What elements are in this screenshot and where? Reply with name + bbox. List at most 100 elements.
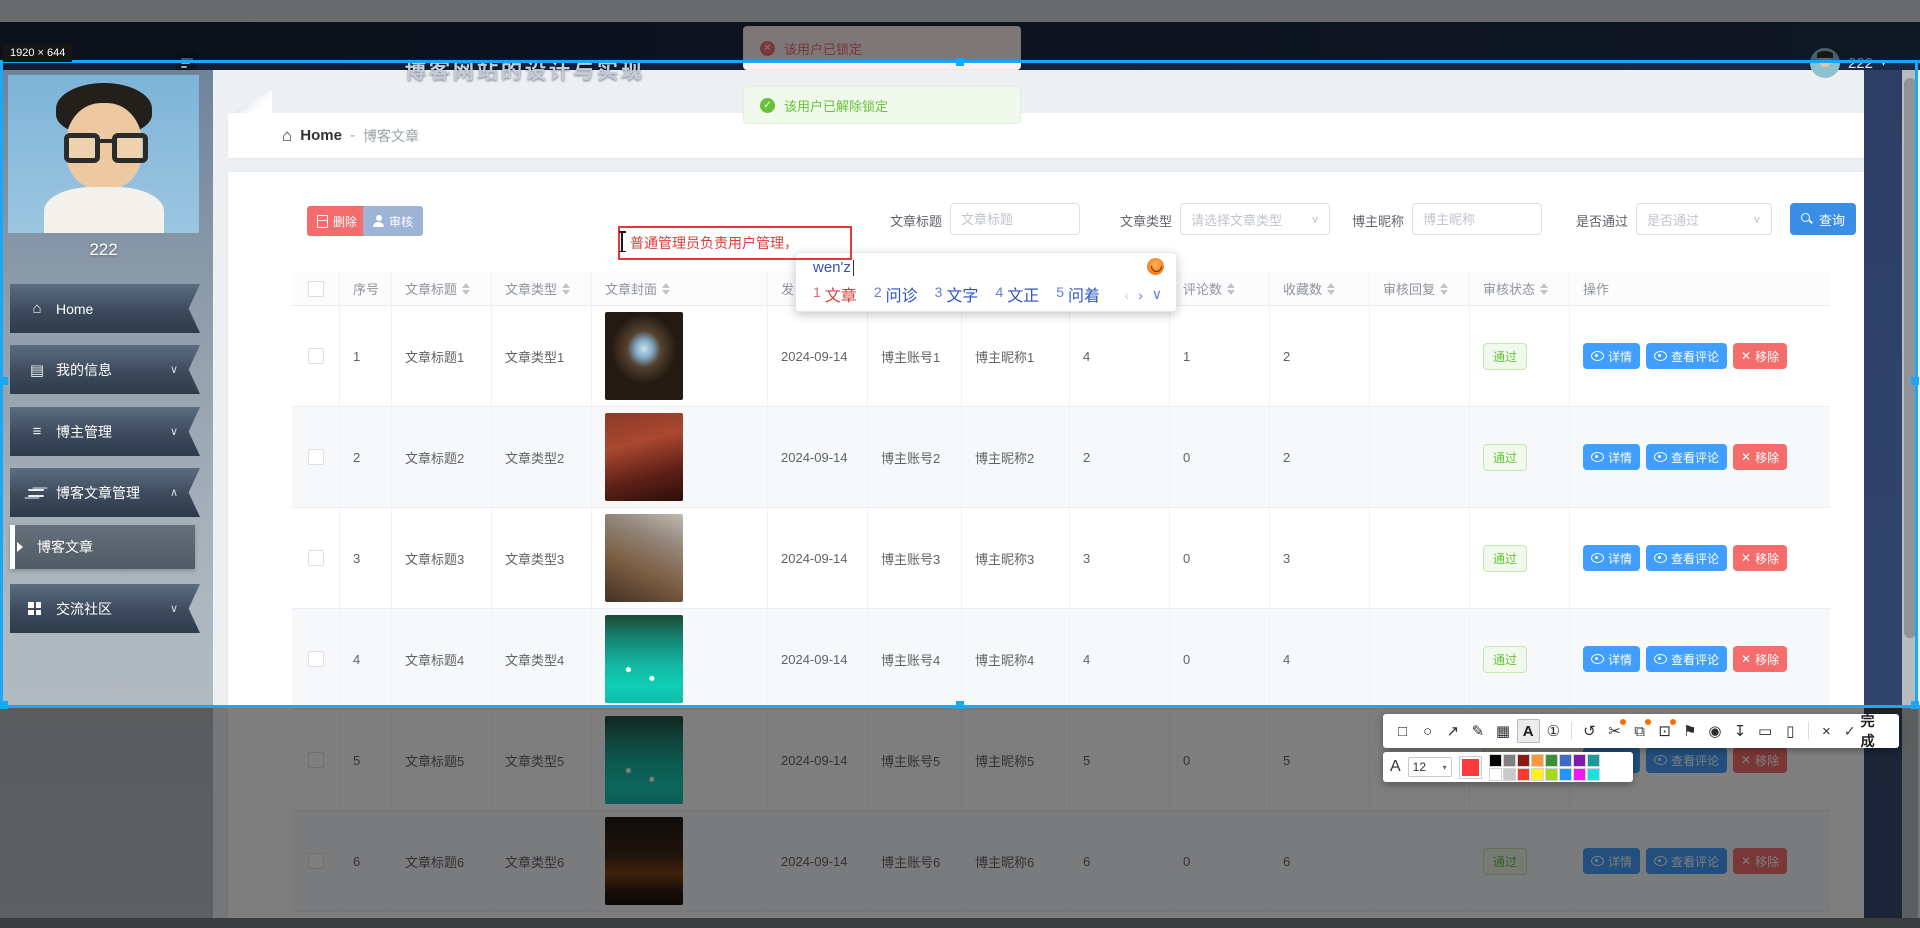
- sidebar-item-article-mgmt[interactable]: 博客文章管理 ∧: [10, 468, 200, 517]
- pin-tool-icon[interactable]: ⚑: [1678, 719, 1701, 743]
- finish-capture-button[interactable]: ✓ 完成: [1840, 711, 1891, 751]
- view-comments-button[interactable]: 查看评论: [1646, 343, 1727, 369]
- record-tool-icon[interactable]: ◉: [1703, 719, 1726, 743]
- sort-icon[interactable]: [1440, 283, 1448, 295]
- remove-button[interactable]: ✕移除: [1733, 444, 1787, 470]
- row-checkbox[interactable]: [308, 449, 324, 465]
- font-size-select[interactable]: 12▾: [1408, 757, 1452, 777]
- color-swatch[interactable]: [1587, 754, 1600, 767]
- current-color-swatch[interactable]: [1459, 756, 1482, 779]
- ocr-tool-icon[interactable]: ✂: [1603, 719, 1626, 743]
- sidebar-subitem-blog-articles[interactable]: 博客文章: [10, 525, 195, 569]
- annotation-rectangle[interactable]: 普通管理员负责用户管理，: [618, 226, 852, 260]
- ime-expand-icon[interactable]: ∨: [1152, 286, 1162, 303]
- translate-tool-icon[interactable]: ⧉: [1628, 719, 1651, 743]
- remove-button[interactable]: ✕移除: [1733, 646, 1787, 672]
- sort-icon[interactable]: [1327, 283, 1335, 295]
- text-tool-icon[interactable]: A: [1517, 719, 1540, 743]
- color-swatch[interactable]: [1503, 768, 1516, 781]
- color-swatch[interactable]: [1531, 768, 1544, 781]
- color-swatch[interactable]: [1545, 754, 1558, 767]
- ime-prev-icon[interactable]: ‹: [1124, 287, 1129, 303]
- chevron-down-icon: ∨: [170, 425, 178, 438]
- arrow-tool-icon[interactable]: ↗: [1441, 719, 1464, 743]
- ime-candidate[interactable]: 1文章: [813, 282, 857, 306]
- ime-candidate[interactable]: 5问着: [1056, 282, 1100, 306]
- remove-button[interactable]: ✕移除: [1733, 545, 1787, 571]
- page-fold-decoration: [230, 90, 272, 114]
- toolbar-divider: [1808, 722, 1809, 740]
- rect-tool-icon[interactable]: □: [1391, 719, 1414, 743]
- ime-candidate[interactable]: 2问诊: [874, 282, 918, 306]
- ellipse-tool-icon[interactable]: ○: [1416, 719, 1439, 743]
- font-icon: A: [1390, 758, 1401, 776]
- color-swatch[interactable]: [1545, 768, 1558, 781]
- color-swatch[interactable]: [1489, 768, 1502, 781]
- sliders-icon: [28, 487, 46, 499]
- color-swatch[interactable]: [1573, 768, 1586, 781]
- color-swatch[interactable]: [1559, 768, 1572, 781]
- selection-handle[interactable]: [1911, 701, 1919, 709]
- breadcrumb-home[interactable]: Home: [300, 127, 342, 144]
- row-checkbox[interactable]: [308, 651, 324, 667]
- step-tool-icon[interactable]: ①: [1542, 719, 1565, 743]
- search-button[interactable]: 查询: [1790, 203, 1856, 235]
- view-comments-button[interactable]: 查看评论: [1646, 646, 1727, 672]
- ime-candidate[interactable]: 3文字: [935, 282, 979, 306]
- device-icon[interactable]: ▭: [1754, 719, 1777, 743]
- eye-icon: [1591, 452, 1604, 462]
- sort-icon[interactable]: [1540, 283, 1548, 295]
- row-checkbox[interactable]: [308, 348, 324, 364]
- ime-emoji-icon[interactable]: [1147, 258, 1164, 275]
- remove-button[interactable]: ✕移除: [1733, 343, 1787, 369]
- filter-type-select[interactable]: 请选择文章类型 ∨: [1180, 203, 1330, 235]
- selection-handle[interactable]: [956, 701, 964, 709]
- cancel-capture-icon[interactable]: ×: [1815, 719, 1838, 743]
- selection-handle[interactable]: [0, 377, 8, 385]
- color-swatch[interactable]: [1503, 754, 1516, 767]
- row-checkbox[interactable]: [308, 550, 324, 566]
- detail-button[interactable]: 详情: [1583, 343, 1640, 369]
- color-swatch[interactable]: [1559, 754, 1572, 767]
- pen-tool-icon[interactable]: ✎: [1466, 719, 1489, 743]
- sidebar-item-my-info[interactable]: ▤ 我的信息 ∨: [10, 345, 200, 394]
- sidebar-item-home[interactable]: ⌂ Home: [10, 284, 200, 333]
- ime-next-icon[interactable]: ›: [1138, 287, 1143, 303]
- detail-button[interactable]: 详情: [1583, 444, 1640, 470]
- ime-candidate[interactable]: 4文正: [995, 282, 1039, 306]
- bookmark-icon[interactable]: ▯: [1779, 719, 1802, 743]
- mosaic-tool-icon[interactable]: ▦: [1491, 719, 1514, 743]
- sort-icon[interactable]: [1227, 283, 1235, 295]
- selection-handle[interactable]: [0, 701, 8, 709]
- color-swatch[interactable]: [1587, 768, 1600, 781]
- chevron-up-icon: ∧: [170, 486, 178, 499]
- sort-icon[interactable]: [562, 283, 570, 295]
- view-comments-button[interactable]: 查看评论: [1646, 444, 1727, 470]
- color-swatch[interactable]: [1517, 768, 1530, 781]
- color-swatch[interactable]: [1573, 754, 1586, 767]
- selection-handle[interactable]: [956, 58, 964, 66]
- color-swatch[interactable]: [1517, 754, 1530, 767]
- status-badge: 通过: [1483, 545, 1527, 572]
- color-swatch[interactable]: [1531, 754, 1544, 767]
- undo-icon[interactable]: ↺: [1578, 719, 1601, 743]
- filter-nick-label: 博主昵称: [1352, 211, 1404, 230]
- filter-title-input[interactable]: [950, 203, 1080, 235]
- select-all-checkbox[interactable]: [308, 281, 324, 297]
- close-icon: ✕: [1741, 551, 1751, 565]
- detail-button[interactable]: 详情: [1583, 545, 1640, 571]
- color-swatch[interactable]: [1489, 754, 1502, 767]
- extract-text-tool-icon[interactable]: ⊡: [1653, 719, 1676, 743]
- download-icon[interactable]: ↧: [1728, 719, 1751, 743]
- filter-nick-input[interactable]: [1412, 203, 1542, 235]
- breadcrumb: ⌂ Home - 博客文章: [282, 126, 419, 146]
- eye-icon: [1654, 351, 1667, 361]
- selection-handle[interactable]: [1911, 377, 1919, 385]
- sidebar-item-blogger-mgmt[interactable]: ≡ 博主管理 ∨: [10, 407, 200, 456]
- view-comments-button[interactable]: 查看评论: [1646, 545, 1727, 571]
- filter-pass-select[interactable]: 是否通过 ∨: [1636, 203, 1772, 235]
- sort-icon[interactable]: [462, 283, 470, 295]
- sidebar-item-community[interactable]: 交流社区 ∨: [10, 584, 200, 633]
- sort-icon[interactable]: [662, 283, 670, 295]
- detail-button[interactable]: 详情: [1583, 646, 1640, 672]
